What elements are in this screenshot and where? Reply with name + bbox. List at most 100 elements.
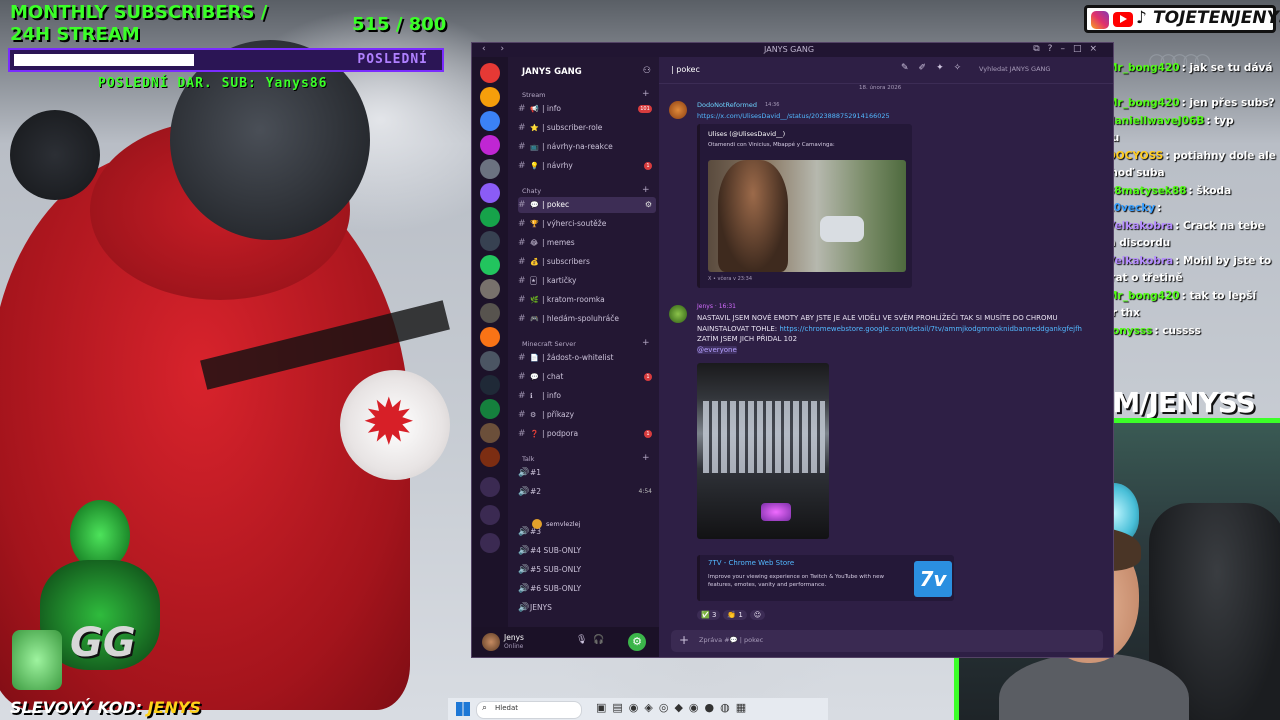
channel-item[interactable]: # 📢 | info 101	[518, 101, 656, 117]
sub-goal-bar: POSLEDNÍ	[8, 48, 444, 72]
category-minecraft[interactable]: Minecraft Server +	[522, 338, 650, 348]
search-input[interactable]: Vyhledat JANYS GANG	[979, 65, 1050, 73]
channel-item[interactable]: # 💰 | subscribers	[518, 254, 656, 270]
reaction-clap[interactable]: 👏 1	[723, 610, 747, 620]
add-reaction-icon[interactable]: ☺	[749, 610, 766, 620]
chat-main: | pokec ✎✐✦✧ Vyhledat JANYS GANG 18. úno…	[659, 57, 1113, 657]
server-icon-1[interactable]	[480, 63, 500, 83]
category-chaty[interactable]: Chaty +	[522, 185, 650, 195]
add-channel-icon[interactable]: +	[642, 338, 650, 348]
embed-video[interactable]	[708, 160, 906, 272]
category-stream[interactable]: Stream +	[522, 89, 650, 99]
channel-item[interactable]: # 🏆 | výherci-soutěže	[518, 216, 656, 232]
discord-titlebar[interactable]: ‹ › JANYS GANG ⧉?–□×	[472, 43, 1113, 57]
composer-placeholder[interactable]: Zpráva #💬 | pokec	[699, 636, 763, 644]
header-tools-icons[interactable]: ✎✐✦✧	[901, 63, 971, 73]
server-icon-6[interactable]	[480, 183, 500, 203]
gear-icon[interactable]: ⚙	[645, 197, 652, 213]
server-icon-17[interactable]	[480, 447, 500, 467]
reaction-check[interactable]: ✅ 3	[697, 610, 721, 620]
add-channel-icon[interactable]: +	[642, 89, 650, 99]
add-member-icon[interactable]: ⚇	[643, 66, 651, 76]
explore-icon[interactable]	[480, 533, 500, 553]
hash-icon: #	[518, 161, 526, 171]
discord-window[interactable]: ‹ › JANYS GANG ⧉?–□× JANYS GANG ⚇ Stream…	[471, 42, 1114, 658]
avatar[interactable]	[482, 633, 500, 651]
message-author[interactable]: DodoNotReformed	[697, 101, 757, 109]
voice-channel[interactable]: 🔊#5 SUB-ONLY	[518, 562, 656, 578]
message-link[interactable]: https://x.com/UlisesDavid__/status/20238…	[697, 112, 890, 120]
server-icon-2[interactable]	[480, 87, 500, 107]
everyone-mention[interactable]: @everyone	[697, 345, 737, 354]
voice-channel[interactable]: 🔊#6 SUB-ONLY	[518, 581, 656, 597]
chat-username[interactable]: Velkakobra	[1107, 255, 1173, 267]
voice-user[interactable]: semvlezlej	[532, 517, 656, 531]
window-controls[interactable]: ⧉?–□×	[1033, 44, 1105, 54]
reactions: ✅ 3 👏 1 ☺	[697, 610, 768, 620]
chat-username[interactable]: L0vecky	[1107, 202, 1155, 214]
channel-item[interactable]: # 📺 | návrhy-na-reakce	[518, 139, 656, 155]
hash-icon: #	[518, 372, 526, 382]
avatar[interactable]	[669, 305, 687, 323]
chat-username[interactable]: Mr_bong420	[1107, 62, 1180, 74]
channel-item[interactable]: # ❓ | podpora 1	[518, 426, 656, 442]
server-icon-9[interactable]	[480, 255, 500, 275]
add-channel-icon[interactable]: +	[642, 453, 650, 463]
server-name[interactable]: JANYS GANG	[522, 67, 582, 77]
channel-item[interactable]: # 📄 | žádost-o-whitelist	[518, 350, 656, 366]
voice-channel[interactable]: 🔊#2 4:54	[518, 484, 656, 500]
chat-username[interactable]: 88matysek88	[1107, 185, 1186, 197]
chat-username[interactable]: DOCYOSS	[1107, 150, 1163, 162]
server-icon-16[interactable]	[480, 423, 500, 443]
server-icon-8[interactable]	[480, 231, 500, 251]
channel-item[interactable]: # 💬 | pokec ⚙	[518, 197, 656, 213]
channel-item[interactable]: # 💡 | návrhy 1	[518, 158, 656, 174]
plus-icon[interactable]: +	[679, 633, 689, 647]
sponsor-mascot: GG	[12, 500, 170, 700]
channel-item[interactable]: # ℹ | info	[518, 388, 656, 404]
add-server-icon[interactable]	[480, 505, 500, 525]
windows-start-icon[interactable]	[456, 702, 470, 716]
x-embed: Ulises (@UlisesDavid__) Otamendi con Vin…	[697, 124, 912, 288]
chat-username[interactable]: Mr_bong420	[1107, 290, 1180, 302]
taskbar-apps[interactable]: ▣▤◉◈◎◆◉●◍▦	[596, 701, 752, 714]
message-composer[interactable]: + Zpráva #💬 | pokec	[671, 630, 1103, 652]
channel-item[interactable]: # 😂 | memes	[518, 235, 656, 251]
channel-item[interactable]: # 💬 | chat 1	[518, 369, 656, 385]
channel-item[interactable]: # 🃏 | kartičky	[518, 273, 656, 289]
discover-icon[interactable]	[480, 477, 500, 497]
channel-item[interactable]: # ⭐ | subscriber-role	[518, 120, 656, 136]
voice-channel[interactable]: 🔊#4 SUB-ONLY	[518, 543, 656, 559]
server-icon-10[interactable]	[480, 279, 500, 299]
channel-item[interactable]: # ⚙ | příkazy	[518, 407, 656, 423]
gear-icon[interactable]: ⚙	[628, 633, 646, 651]
taskbar-search[interactable]: ⌕ Hledat	[476, 701, 582, 719]
channel-item[interactable]: # 🌿 | kratom-roomka	[518, 292, 656, 308]
server-icon-7[interactable]	[480, 207, 500, 227]
server-icon-4[interactable]	[480, 135, 500, 155]
server-icon-11[interactable]	[480, 303, 500, 323]
mic-headset-icons[interactable]: 🎙🎧	[576, 635, 611, 645]
chrome-store-link[interactable]: https://chromewebstore.google.com/detail…	[779, 325, 1082, 333]
embed-author[interactable]: Ulises (@UlisesDavid__)	[708, 130, 785, 138]
chat-username[interactable]: Mr_bong420	[1107, 97, 1180, 109]
chat-username[interactable]: Velkakobra	[1107, 220, 1173, 232]
voice-channel[interactable]: 🔊JENYS	[518, 600, 656, 616]
channel-item[interactable]: # 🎮 | hledám-spoluhráče	[518, 311, 656, 327]
voice-channel[interactable]: 🔊#1	[518, 465, 656, 481]
server-icon-13[interactable]	[480, 351, 500, 371]
attached-photo[interactable]	[697, 363, 829, 539]
hash-icon: #	[518, 429, 526, 439]
server-icon-12[interactable]	[480, 327, 500, 347]
message-author[interactable]: Jenys · 16:31	[697, 303, 736, 310]
nav-arrows-icon[interactable]: ‹ ›	[482, 44, 510, 54]
kick-server-icon[interactable]	[480, 399, 500, 419]
server-icon-5[interactable]	[480, 159, 500, 179]
add-channel-icon[interactable]: +	[642, 185, 650, 195]
server-icon-14[interactable]	[480, 375, 500, 395]
chat-username[interactable]: daniellwaveJ06B	[1107, 115, 1204, 127]
embed-title[interactable]: 7TV - Chrome Web Store	[708, 559, 794, 567]
server-icon-3[interactable]	[480, 111, 500, 131]
category-talk[interactable]: Talk +	[522, 453, 650, 463]
avatar[interactable]	[669, 101, 687, 119]
